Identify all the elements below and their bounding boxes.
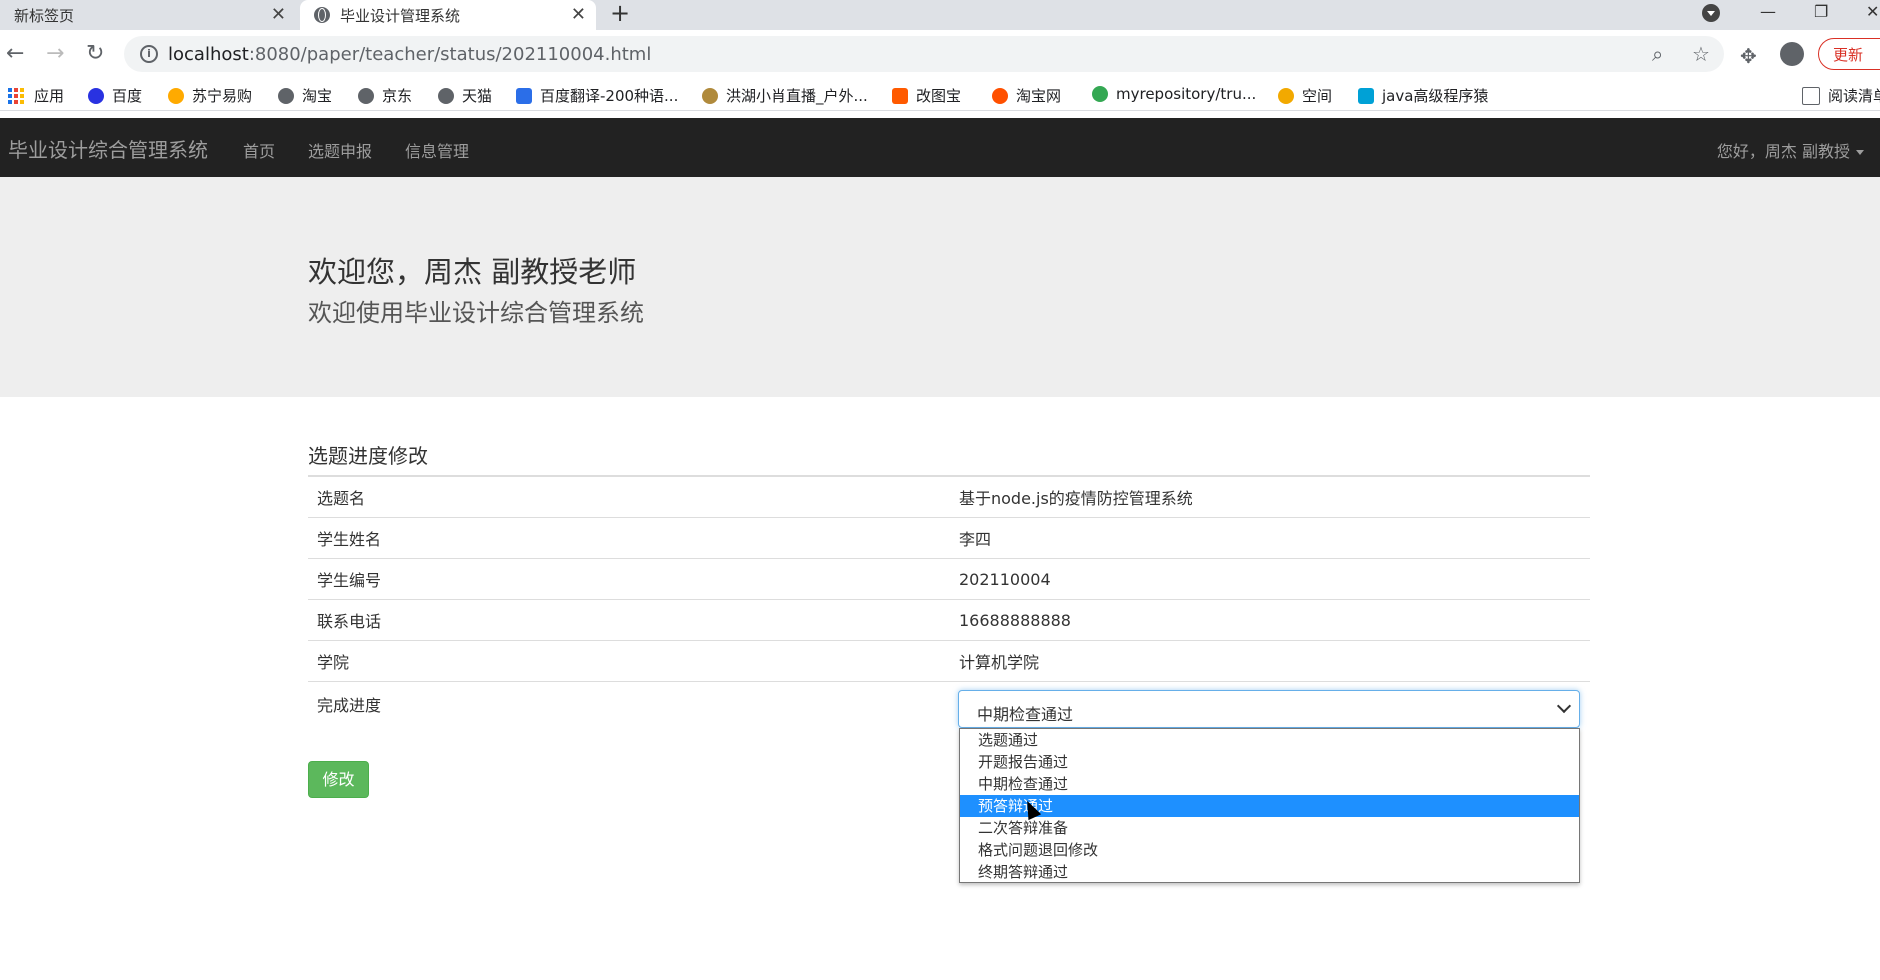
zoom-icon[interactable]: ⌕ (1652, 42, 1663, 66)
close-icon[interactable]: ✕ (571, 4, 586, 25)
bookmarks-bar: 应用 百度 苏宁易购 淘宝 京东 天猫 百度翻译-200种语... 洪湖小肖直播… (0, 78, 1880, 111)
bird-icon (702, 87, 718, 104)
tab-label: 毕业设计管理系统 (340, 6, 461, 25)
profile-avatar-icon[interactable] (1780, 42, 1804, 66)
bookmark-tmall[interactable]: 天猫 (438, 85, 492, 106)
window-close-icon[interactable]: ✕ (1866, 2, 1879, 21)
submit-button[interactable]: 修改 (308, 761, 369, 798)
nav-info-manage[interactable]: 信息管理 (405, 138, 469, 162)
bookmark-baidu-translate[interactable]: 百度翻译-200种语... (516, 85, 678, 106)
option-pre-defense-approved[interactable]: 预答辩通过 (960, 795, 1579, 817)
update-button[interactable]: 更新 (1818, 38, 1880, 70)
brand-link[interactable]: 毕业设计综合管理系统 (8, 134, 208, 163)
globe-icon (438, 87, 454, 104)
chrome-icon (1092, 86, 1108, 102)
tab-search-icon[interactable] (1702, 4, 1720, 22)
tab-label: 新标签页 (14, 6, 75, 25)
globe-icon (358, 87, 374, 104)
apps-grid-icon (8, 87, 24, 104)
bookmark-java[interactable]: java高级程序猿 (1358, 85, 1488, 106)
bookmark-taobao[interactable]: 淘宝 (278, 85, 332, 106)
nav-topic-apply[interactable]: 选题申报 (308, 138, 372, 162)
row-label: 联系电话 (308, 599, 950, 641)
nav-home[interactable]: 首页 (243, 138, 275, 162)
bookmark-myrepository[interactable]: myrepository/tru... (1092, 85, 1256, 103)
caret-down-icon (1856, 150, 1864, 155)
bilibili-icon (1358, 87, 1374, 104)
bookmark-gaitubao[interactable]: 改图宝 (892, 85, 961, 106)
table-row: 联系电话 16688888888 (308, 599, 1590, 641)
progress-select[interactable]: 中期检查通过 (958, 690, 1580, 728)
row-value: 计算机学院 (950, 640, 1590, 682)
table-row: 学生姓名 李四 (308, 517, 1590, 559)
bookmark-jd[interactable]: 京东 (358, 85, 412, 106)
option-final-defense-approved[interactable]: 终期答辩通过 (960, 861, 1579, 883)
reload-icon[interactable]: ↻ (86, 41, 104, 66)
bookmark-apps[interactable]: 应用 (8, 85, 64, 106)
option-midterm-approved[interactable]: 中期检查通过 (960, 773, 1579, 795)
address-bar[interactable]: i localhost:8080/paper/teacher/status/20… (124, 36, 1724, 72)
browser-toolbar: ← → ↻ i localhost:8080/paper/teacher/sta… (0, 30, 1880, 78)
table-row: 学生编号 202110004 (308, 558, 1590, 600)
restore-icon[interactable]: ❐ (1814, 2, 1828, 21)
chevron-down-icon (1556, 698, 1572, 714)
bookmark-reading-list[interactable]: 阅读清单 (1802, 85, 1880, 106)
gaitubao-icon (892, 87, 908, 104)
bookmark-qzone[interactable]: 空间 (1278, 85, 1332, 106)
row-label: 学生编号 (308, 558, 950, 600)
translate-icon (516, 87, 532, 104)
bookmark-baidu[interactable]: 百度 (88, 85, 142, 106)
bookmark-taobao-net[interactable]: 淘宝网 (992, 85, 1061, 106)
row-label: 学院 (308, 640, 950, 682)
back-icon[interactable]: ← (6, 41, 24, 66)
globe-icon (314, 7, 330, 23)
globe-icon (278, 87, 294, 104)
extensions-icon[interactable]: ✥ (1740, 44, 1757, 68)
url-text[interactable]: localhost:8080/paper/teacher/status/2021… (168, 44, 651, 65)
form-heading: 选题进度修改 (308, 444, 428, 468)
row-value: 基于node.js的疫情防控管理系统 (950, 476, 1590, 518)
progress-dropdown-list: 选题通过 开题报告通过 中期检查通过 预答辩通过 二次答辩准备 格式问题退回修改… (959, 728, 1580, 883)
reading-list-icon (1802, 86, 1820, 105)
new-tab-icon[interactable]: + (610, 0, 630, 26)
option-topic-approved[interactable]: 选题通过 (960, 729, 1579, 751)
row-value: 李四 (950, 517, 1590, 559)
site-navbar: 毕业设计综合管理系统 首页 选题申报 信息管理 您好，周杰 副教授 (0, 118, 1880, 177)
option-format-returned[interactable]: 格式问题退回修改 (960, 839, 1579, 861)
suning-icon (168, 87, 184, 104)
row-value: 202110004 (950, 558, 1590, 600)
minimize-icon[interactable]: — (1760, 2, 1776, 21)
user-dropdown[interactable]: 您好，周杰 副教授 (1717, 138, 1864, 162)
bookmark-suning[interactable]: 苏宁易购 (168, 85, 252, 106)
option-proposal-approved[interactable]: 开题报告通过 (960, 751, 1579, 773)
table-row: 选题名 基于node.js的疫情防控管理系统 (308, 476, 1590, 518)
table-row: 学院 计算机学院 (308, 640, 1590, 682)
row-label: 完成进度 (317, 696, 382, 715)
row-value: 16688888888 (950, 599, 1590, 641)
row-label: 选题名 (308, 476, 950, 518)
tab-new-tab[interactable]: 新标签页 ✕ (0, 0, 296, 30)
baidu-paw-icon (88, 87, 104, 104)
close-icon[interactable]: ✕ (271, 4, 286, 25)
option-second-defense-prep[interactable]: 二次答辩准备 (960, 817, 1579, 839)
forward-icon[interactable]: → (46, 41, 64, 66)
tab-graduation-system[interactable]: 毕业设计管理系统 ✕ (300, 0, 596, 30)
welcome-jumbotron: 欢迎您，周杰 副教授老师 欢迎使用毕业设计综合管理系统 (0, 177, 1880, 397)
browser-tab-strip: 新标签页 ✕ 毕业设计管理系统 ✕ + — ❐ ✕ (0, 0, 1880, 30)
row-label: 学生姓名 (308, 517, 950, 559)
taobao-icon (992, 87, 1008, 104)
bookmark-honghu-live[interactable]: 洪湖小肖直播_户外... (702, 85, 868, 106)
star-icon[interactable]: ☆ (1692, 42, 1710, 66)
welcome-title: 欢迎您，周杰 副教授老师 (308, 255, 637, 289)
progress-selected-value: 中期检查通过 (977, 705, 1074, 724)
qzone-icon (1278, 87, 1294, 104)
info-icon[interactable]: i (140, 45, 158, 63)
welcome-subtitle: 欢迎使用毕业设计综合管理系统 (308, 299, 644, 327)
